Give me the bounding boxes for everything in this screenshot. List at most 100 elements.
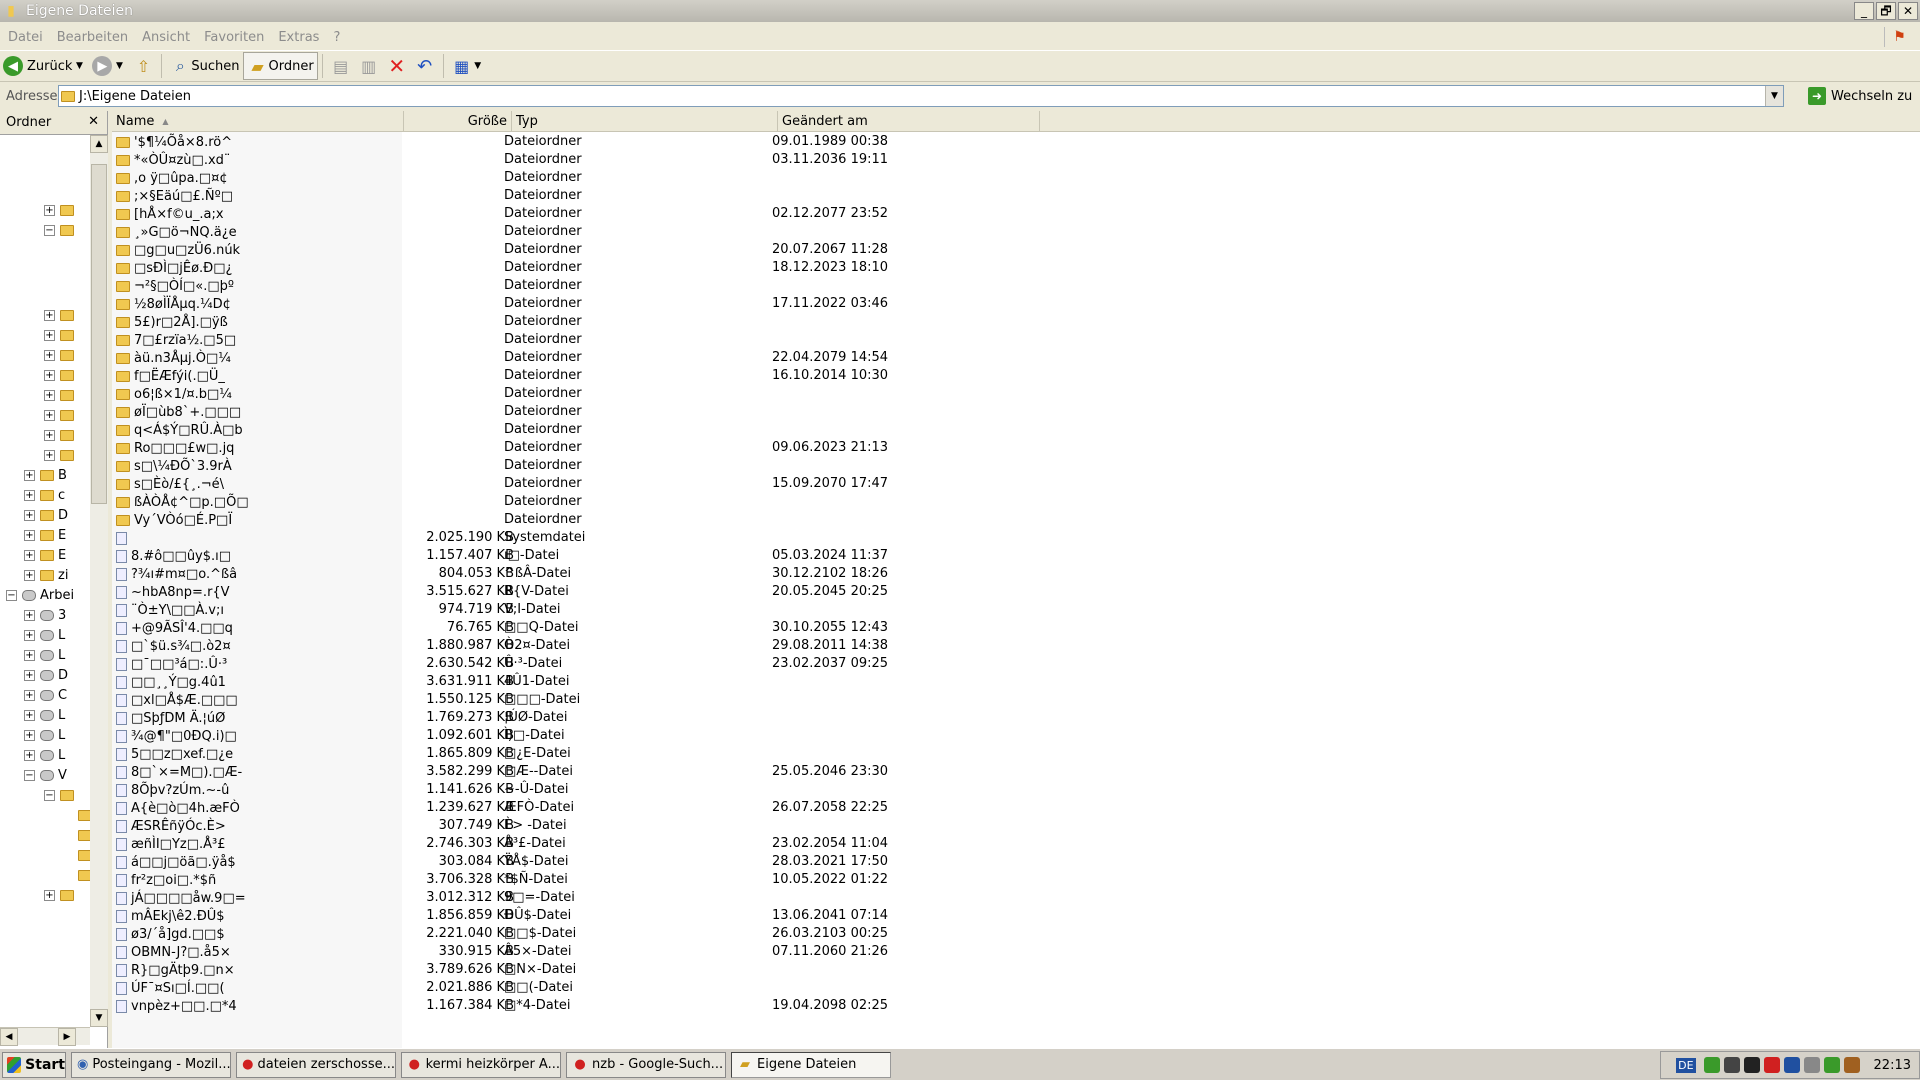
antivirus-icon[interactable] bbox=[1763, 1057, 1780, 1073]
scroll-down-icon[interactable]: ▼ bbox=[90, 1009, 108, 1027]
tree-item[interactable]: + bbox=[44, 365, 78, 385]
expand-icon[interactable]: + bbox=[44, 369, 55, 381]
undo-button[interactable]: ↶ bbox=[411, 52, 439, 80]
file-row[interactable]: □g□u□zÜ6.núk Dateiordner 20.07.2067 11:28 bbox=[112, 241, 1920, 259]
expand-icon[interactable]: + bbox=[24, 729, 35, 741]
taskbar-button[interactable]: ● kermi heizkörper A... bbox=[401, 1051, 561, 1078]
expand-icon[interactable]: + bbox=[44, 389, 55, 401]
file-row[interactable]: æñÌI□Yz□.Å³£ 2.746.303 KB Å³£-Datei 23.02.2… bbox=[112, 835, 1920, 853]
file-row[interactable]: fr²z□oi□.*$ñ 3.706.328 KB *$Ñ-Datei 10.05.2… bbox=[112, 871, 1920, 889]
menu-extras[interactable]: Extras bbox=[278, 30, 319, 45]
file-row[interactable]: jÁ□□□□åw.9□= 3.012.312 KB 9□=-Datei bbox=[112, 889, 1920, 907]
scroll-right-icon[interactable]: ▶ bbox=[58, 1028, 76, 1046]
file-row[interactable]: øÏ□ùb8`+.□□□ Dateiordner bbox=[112, 403, 1920, 421]
collapse-icon[interactable]: − bbox=[6, 589, 17, 601]
file-row[interactable]: ,o ÿ□ûpa.□¤¢ Dateiordner bbox=[112, 169, 1920, 187]
taskbar-button[interactable]: ▰ Eigene Dateien bbox=[731, 1051, 891, 1078]
file-row[interactable]: □□¸¸Ý□g.4û1 3.631.911 KB 4Û1-Datei bbox=[112, 673, 1920, 691]
tree-item[interactable]: + D bbox=[24, 665, 68, 685]
copy-to-button[interactable]: ▥ bbox=[355, 52, 383, 80]
expand-icon[interactable]: + bbox=[24, 529, 35, 541]
tree-item[interactable]: + bbox=[44, 345, 78, 365]
expand-icon[interactable]: + bbox=[24, 509, 35, 521]
file-row[interactable]: □SþƒDM Ä.¦úØ 1.769.273 KB ¦ÚØ-Datei bbox=[112, 709, 1920, 727]
tree-horizontal-scrollbar[interactable]: ◀ ▶ bbox=[0, 1027, 90, 1046]
file-row[interactable]: ßÀÒÅ¢^□p.□Õ□ Dateiordner bbox=[112, 493, 1920, 511]
column-header-type[interactable]: Typ bbox=[512, 111, 778, 132]
address-field[interactable]: J:\Eigene Dateien ▼ bbox=[58, 85, 1784, 107]
tree-item[interactable]: + bbox=[44, 885, 78, 905]
move-to-button[interactable]: ▤ bbox=[327, 52, 355, 80]
volume-icon[interactable] bbox=[1803, 1057, 1820, 1073]
tree-item[interactable] bbox=[62, 865, 90, 885]
tree-item[interactable]: E bbox=[62, 805, 90, 825]
file-row[interactable]: +@9ÃSÎ'4.□□q 76.765 KB □□Q-Datei 30.10.2055… bbox=[112, 619, 1920, 637]
start-button[interactable]: Start bbox=[2, 1051, 66, 1078]
expand-icon[interactable]: + bbox=[44, 309, 55, 321]
tree-item[interactable]: + bbox=[44, 385, 78, 405]
views-button[interactable]: ▦ ▼ bbox=[448, 52, 486, 80]
file-row[interactable]: □`$ü.s¾□.ò2¤ 1.880.987 KB Ò2¤-Datei 29.08.2… bbox=[112, 637, 1920, 655]
file-row[interactable]: [hÅ×f©u_.a;x Dateiordner 02.12.2077 23:52 bbox=[112, 205, 1920, 223]
back-button[interactable]: ◀ Zurück ▼ bbox=[0, 52, 89, 80]
scroll-up-icon[interactable]: ▲ bbox=[90, 135, 108, 153]
taskbar-button[interactable]: ◉ Posteingang - Mozil... bbox=[71, 1051, 231, 1078]
close-icon[interactable]: ✕ bbox=[88, 114, 99, 129]
file-row[interactable]: ;×§Eäú□£.Ñº□ Dateiordner bbox=[112, 187, 1920, 205]
forward-button[interactable]: ▶ ▼ bbox=[89, 52, 129, 80]
tree-item[interactable]: + E bbox=[24, 525, 66, 545]
file-row[interactable]: 5£)r□2Å].□ÿß Dateiordner bbox=[112, 313, 1920, 331]
file-row[interactable]: q<Á$Ý□RÛ.À□b Dateiordner bbox=[112, 421, 1920, 439]
file-row[interactable]: ¨Ò±Y\□□À.v;ı 974.719 KB V;I-Datei bbox=[112, 601, 1920, 619]
menu-datei[interactable]: Datei bbox=[8, 30, 43, 45]
file-row[interactable]: s□\¼ÐÕ`3.9rÀ Dateiordner bbox=[112, 457, 1920, 475]
file-row[interactable]: vnpèz+□□.□*4 1.167.384 KB □*4-Datei 19.04.2… bbox=[112, 997, 1920, 1015]
delete-button[interactable]: ✕ bbox=[383, 52, 411, 80]
file-row[interactable]: OBMN-J?□.å5× 330.915 KB Â5×-Datei 07.11.206… bbox=[112, 943, 1920, 961]
minimize-button[interactable]: _ bbox=[1854, 2, 1874, 20]
file-row[interactable]: 2.025.190 KB Systemdatei bbox=[112, 529, 1920, 547]
up-button[interactable]: ⇧ bbox=[129, 52, 157, 80]
expand-icon[interactable]: + bbox=[24, 669, 35, 681]
file-row[interactable]: ø3/´å]gd.□□$ 2.221.040 KB □□$-Datei 26.03.2… bbox=[112, 925, 1920, 943]
file-row[interactable]: □sÐÌ□jÊø.Ð□¿ Dateiordner 18.12.2023 18:10 bbox=[112, 259, 1920, 277]
tree-item[interactable]: − V bbox=[24, 765, 67, 785]
file-row[interactable]: f□ËÆfýi(.□Ü_ Dateiordner 16.10.2014 10:30 bbox=[112, 367, 1920, 385]
tree-item[interactable]: + L bbox=[24, 645, 65, 665]
tree-item[interactable]: − bbox=[44, 220, 78, 240]
tree-item[interactable]: + D bbox=[24, 505, 68, 525]
tree-item[interactable]: + E bbox=[24, 545, 66, 565]
file-row[interactable]: *«ÒÛ¤zù□.xd¨ Dateiordner 03.11.2036 19:11 bbox=[112, 151, 1920, 169]
go-button[interactable]: ➜ Wechseln zu bbox=[1808, 85, 1912, 107]
file-row[interactable]: ½8øÌÏÅµq.¼D¢ Dateiordner 17.11.2022 03:46 bbox=[112, 295, 1920, 313]
file-row[interactable]: 8□`×=M□).□Æ- 3.582.299 KB □Æ--Datei 25.05.2… bbox=[112, 763, 1920, 781]
menu-ansicht[interactable]: Ansicht bbox=[142, 30, 190, 45]
file-row[interactable]: 5□□z□xef.□¿e 1.865.809 KB □¿E-Datei bbox=[112, 745, 1920, 763]
tree-item[interactable]: + zi bbox=[24, 565, 68, 585]
file-row[interactable]: á□□j□öã□.ÿå$ 303.084 KB ŸÅ$-Datei 28.03.202… bbox=[112, 853, 1920, 871]
file-row[interactable]: ~hbA8np=.r{V 3.515.627 KB R{V-Datei 20.05.2… bbox=[112, 583, 1920, 601]
collapse-icon[interactable]: − bbox=[44, 224, 55, 236]
tree-item[interactable]: + bbox=[44, 445, 78, 465]
tree-item[interactable]: +3 bbox=[24, 605, 66, 625]
file-row[interactable]: ¸»G□ö¬NQ.ä¿e Dateiordner bbox=[112, 223, 1920, 241]
file-row[interactable]: o6¦ß×1/¤.b□¼ Dateiordner bbox=[112, 385, 1920, 403]
monitor-icon[interactable] bbox=[1723, 1057, 1740, 1073]
chevron-down-icon[interactable]: ▼ bbox=[112, 55, 126, 77]
file-row[interactable]: ¾@¶"□0ÐQ.i)□ 1.092.601 KB Ì)□-Datei bbox=[112, 727, 1920, 745]
expand-icon[interactable]: + bbox=[24, 629, 35, 641]
tree-item[interactable]: + bbox=[44, 200, 78, 220]
expand-icon[interactable]: + bbox=[24, 709, 35, 721]
expand-icon[interactable]: + bbox=[24, 549, 35, 561]
tree-item[interactable]: + L bbox=[24, 725, 65, 745]
close-button[interactable]: ✕ bbox=[1898, 2, 1918, 20]
tree-item[interactable] bbox=[62, 845, 90, 865]
tree-item[interactable] bbox=[62, 825, 90, 845]
language-indicator[interactable]: DE bbox=[1676, 1057, 1696, 1073]
file-row[interactable]: 8.#ô□□ûy$.ı□ 1.157.407 KB ı□-Datei 05.03.20… bbox=[112, 547, 1920, 565]
file-row[interactable]: àü.n3Åµj.Ò□¼ Dateiordner 22.04.2079 14:54 bbox=[112, 349, 1920, 367]
folders-button[interactable]: ▰ Ordner bbox=[242, 52, 318, 80]
tree-item[interactable]: + bbox=[44, 425, 78, 445]
title-bar[interactable]: ▮ Eigene Dateien _ 🗗 ✕ bbox=[0, 0, 1920, 22]
file-row[interactable]: □xl□Å$Æ.□□□ 1.550.125 KB □□□-Datei bbox=[112, 691, 1920, 709]
